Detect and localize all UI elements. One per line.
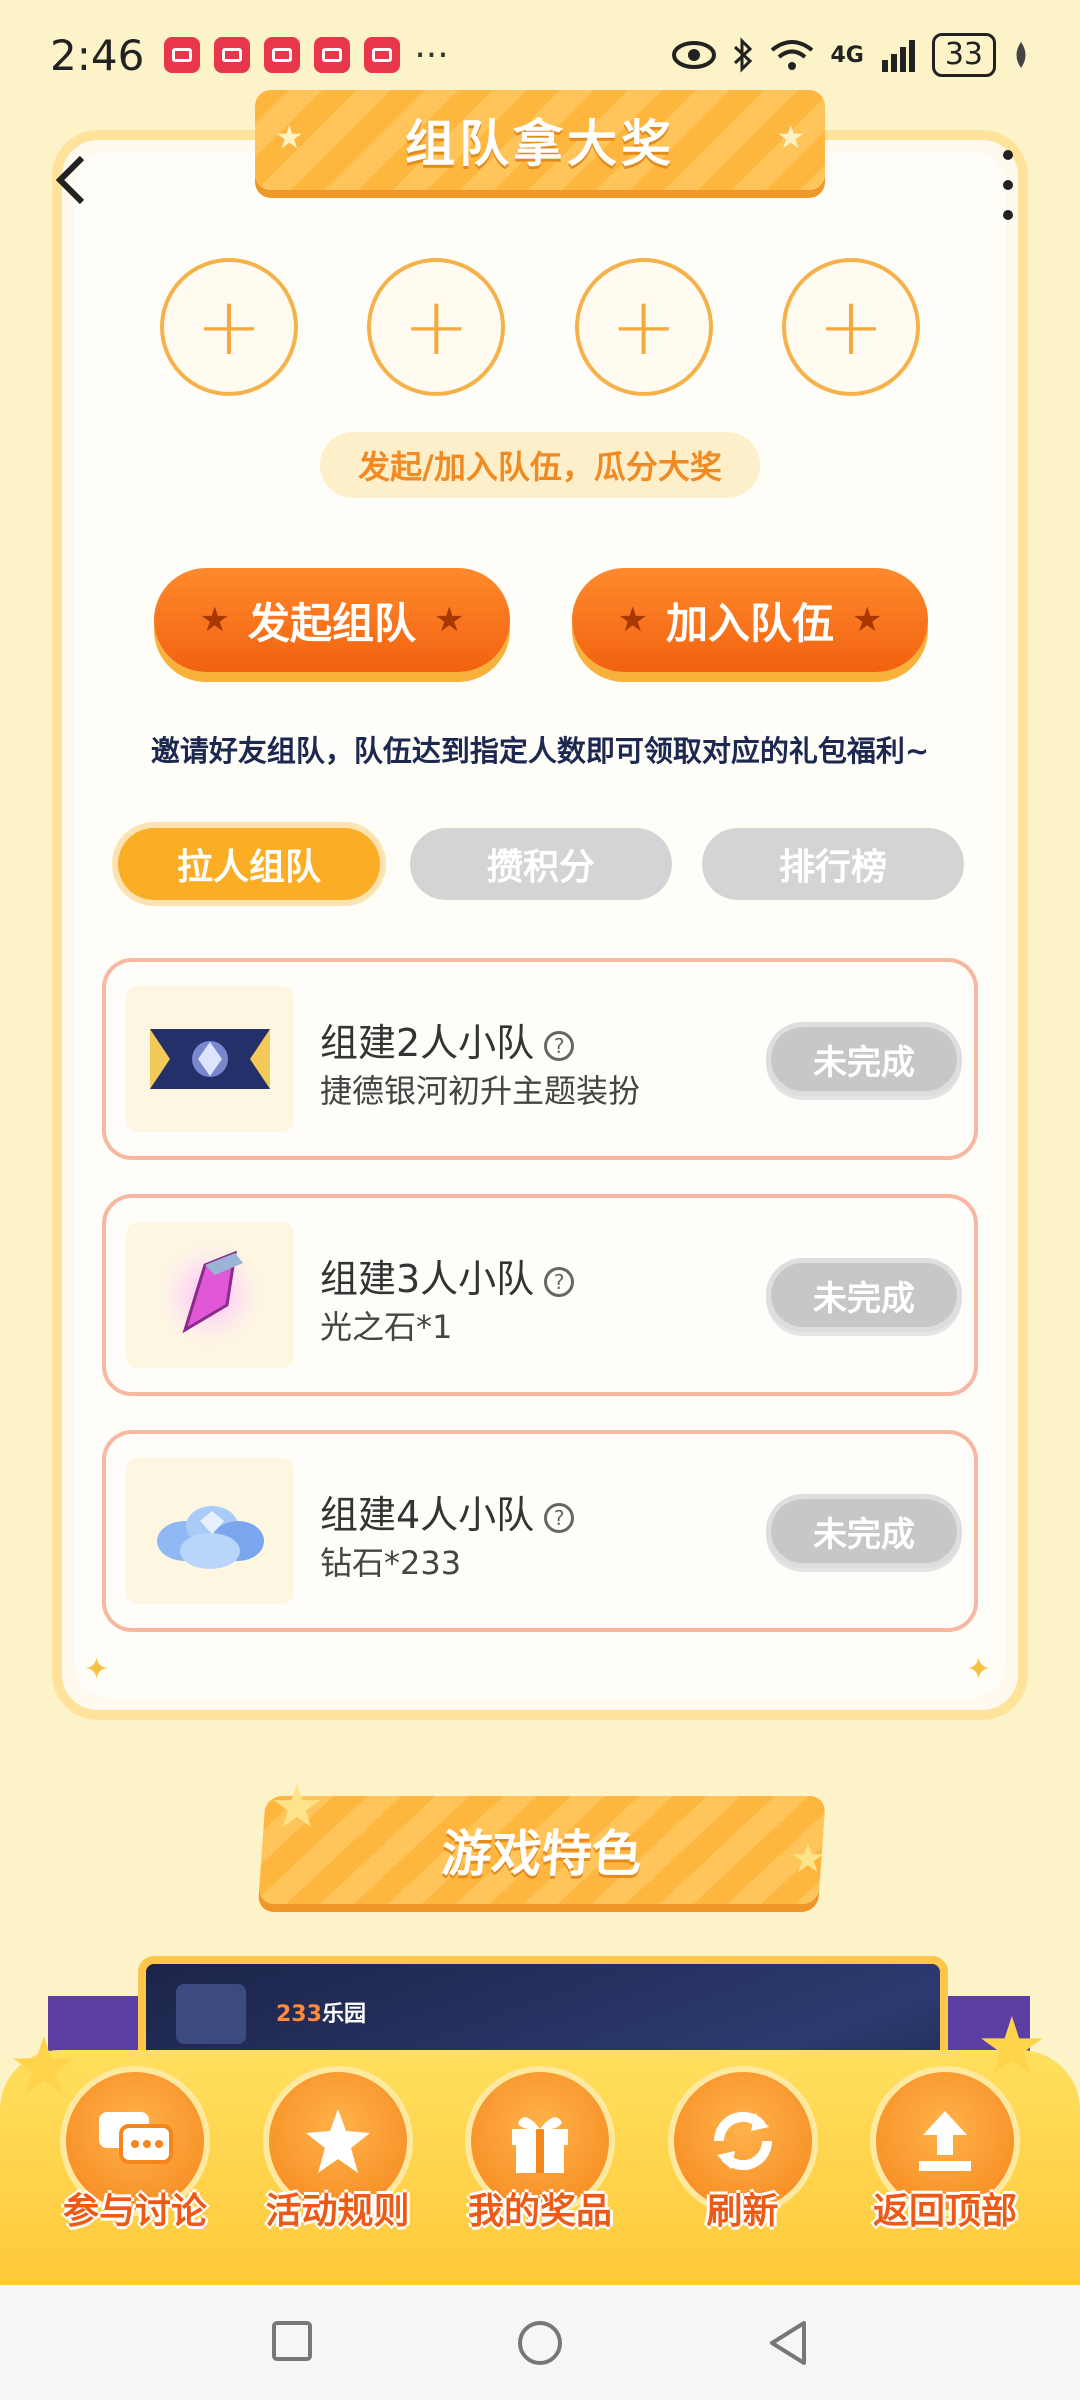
refresh-button[interactable]: 刷新: [648, 2066, 838, 2276]
task-item: 组建4人小队? 钻石*233 未完成: [102, 1430, 978, 1632]
back-button[interactable]: [50, 150, 110, 220]
task-title: 组建2人小队?: [320, 1012, 575, 1067]
page-title: 组队拿大奖: [405, 115, 675, 173]
eye-icon: [672, 41, 717, 69]
task-reward: 捷德银河初升主题装扮: [320, 1072, 641, 1110]
star-icon: ★: [617, 600, 648, 640]
app-notification-icon: [164, 37, 201, 73]
join-team-button[interactable]: ★ 加入队伍 ★: [572, 568, 928, 672]
sparkle-icon: ✦: [966, 1652, 992, 1687]
task-reward: 钻石*233: [320, 1544, 462, 1582]
app-notification-icon: [214, 37, 251, 73]
invite-description: 邀请好友组队，队伍达到指定人数即可领取对应的礼包福利~: [150, 734, 930, 768]
join-team-label: 加入队伍: [665, 598, 834, 648]
system-nav-bar: [0, 2285, 1080, 2400]
task-status-button[interactable]: 未完成: [766, 1258, 962, 1332]
status-more-indicator: ···: [414, 34, 449, 76]
dot: [1003, 180, 1013, 190]
task-status-button[interactable]: 未完成: [766, 1494, 962, 1568]
back-to-top-button[interactable]: 返回顶部: [850, 2066, 1040, 2276]
help-icon[interactable]: ?: [544, 1502, 575, 1533]
dot: [1003, 150, 1013, 160]
chevron-left-icon: [55, 155, 85, 205]
add-member-slot[interactable]: +: [781, 258, 920, 396]
plus-icon: +: [402, 280, 470, 373]
task-title-text: 组建4人小队: [320, 1493, 535, 1537]
system-back-button[interactable]: [764, 2319, 812, 2367]
start-team-label: 发起组队: [247, 598, 416, 648]
task-title: 组建3人小队?: [320, 1248, 575, 1303]
crystal-icon: [126, 1222, 294, 1368]
network-type: 4G: [830, 42, 864, 68]
bottom-nav: 参与讨论 活动规则 我的奖品 刷新 返回顶部: [40, 2066, 1040, 2276]
tab-invite-team[interactable]: 拉人组队: [118, 828, 380, 900]
circle-icon: [518, 2320, 562, 2365]
leaf-icon: [1016, 42, 1026, 68]
task-title-text: 组建2人小队: [320, 1021, 535, 1065]
app-notification-icon: [264, 37, 301, 73]
diamond-pile-icon: [126, 1458, 294, 1604]
battery-level: 33: [931, 33, 996, 77]
team-slogan: 发起/加入队伍，瓜分大奖: [320, 432, 760, 498]
app-notification-icon: [364, 37, 401, 73]
star-icon: ★: [434, 600, 465, 640]
home-button[interactable]: [516, 2319, 564, 2367]
my-prizes-label: 我的奖品: [467, 2191, 612, 2232]
status-time: 2:46: [50, 30, 145, 80]
tab-leaderboard[interactable]: 排行榜: [702, 828, 964, 900]
team-member-slots: + + + +: [160, 258, 920, 398]
plus-icon: +: [195, 280, 263, 373]
star-icon: ★: [199, 600, 230, 640]
refresh-label: 刷新: [706, 2191, 779, 2232]
dot: [1003, 210, 1013, 220]
rules-label: 活动规则: [265, 2191, 410, 2232]
tab-points[interactable]: 攒积分: [410, 828, 672, 900]
plus-icon: +: [817, 280, 885, 373]
app-notification-icon: [314, 37, 351, 73]
help-icon[interactable]: ?: [544, 1030, 575, 1061]
plus-icon: +: [610, 280, 678, 373]
task-item: 组建2人小队? 捷德银河初升主题装扮 未完成: [102, 958, 978, 1160]
help-icon[interactable]: ?: [544, 1266, 575, 1297]
task-title: 组建4人小队?: [320, 1484, 575, 1539]
status-indicators: 4G 33: [672, 33, 1030, 77]
add-member-slot[interactable]: +: [367, 258, 506, 396]
square-icon: [272, 2320, 312, 2361]
discussion-button[interactable]: 参与讨论: [40, 2066, 230, 2276]
task-title-text: 组建3人小队: [320, 1257, 535, 1301]
sparkle-icon: ✦: [84, 1652, 110, 1687]
discussion-label: 参与讨论: [62, 2191, 207, 2232]
theme-badge-icon: [126, 986, 294, 1132]
add-member-slot[interactable]: +: [574, 258, 713, 396]
team-title-banner: ★ 组队拿大奖 ★: [255, 90, 825, 190]
bluetooth-icon: [734, 37, 753, 73]
star-icon: ★: [776, 118, 805, 156]
star-icon: ★: [270, 1772, 324, 1842]
add-member-slot[interactable]: +: [160, 258, 298, 396]
star-icon: ★: [852, 600, 883, 640]
task-item: 组建3人小队? 光之石*1 未完成: [102, 1194, 978, 1396]
features-banner: 游戏特色: [258, 1796, 826, 1904]
triangle-back-icon: [770, 2320, 806, 2365]
star-icon: ★: [275, 118, 304, 156]
task-reward: 光之石*1: [320, 1308, 453, 1346]
signal-icon: [881, 40, 915, 72]
notification-icons: [164, 37, 401, 73]
tab-bar: 拉人组队 攒积分 排行榜: [118, 828, 968, 900]
task-status-button[interactable]: 未完成: [766, 1022, 962, 1096]
rules-button[interactable]: 活动规则: [243, 2066, 433, 2276]
start-team-button[interactable]: ★ 发起组队 ★: [154, 568, 510, 672]
wifi-icon: [771, 40, 814, 70]
star-icon: ★: [790, 1836, 826, 1882]
more-options-button[interactable]: [990, 150, 1026, 220]
back-to-top-label: 返回顶部: [872, 2191, 1017, 2232]
features-title: 游戏特色: [439, 1825, 644, 1883]
my-prizes-button[interactable]: 我的奖品: [445, 2066, 635, 2276]
recent-apps-button[interactable]: [268, 2319, 316, 2367]
